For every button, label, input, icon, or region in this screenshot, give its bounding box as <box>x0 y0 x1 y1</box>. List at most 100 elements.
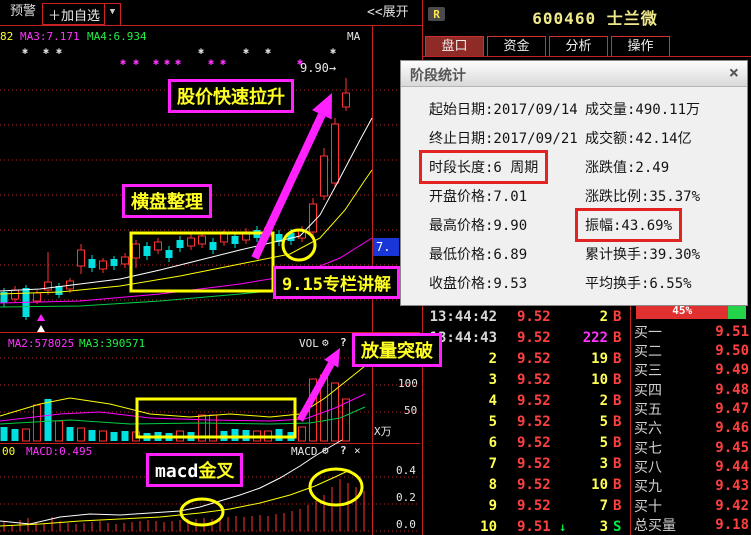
trade-cell: B <box>613 414 629 430</box>
trade-cell: 10 <box>423 519 497 535</box>
buy-level-label: 买六 <box>634 418 692 438</box>
trade-cell: 8 <box>423 477 497 493</box>
trade-cell: 3 <box>573 519 608 535</box>
trade-cell: 9.52 <box>517 414 559 430</box>
stat-left-value: 开盘价格:7.01 <box>429 186 527 206</box>
buy-level-label: 买十 <box>634 496 692 516</box>
trade-cell: 2 <box>573 393 608 409</box>
trade-cell: B <box>613 351 629 367</box>
trade-cell: B <box>613 330 629 346</box>
buy-level-row: 买八9.44 <box>634 457 749 476</box>
annotation-macd-suffix: 金叉 <box>198 461 234 482</box>
buy-level-row: 买七9.45 <box>634 438 749 457</box>
trade-cell: 3 <box>423 372 497 388</box>
ratio-label: 45% <box>672 306 692 317</box>
trade-cell: S <box>613 519 629 535</box>
highlight-box: 振幅:43.69% <box>575 208 682 242</box>
stat-right-value: 成交量:490.11万 <box>585 99 700 119</box>
buy-sell-ratio-bar: 45% <box>636 306 746 319</box>
buy-level-label: 买七 <box>634 438 692 458</box>
buy-level-label: 买九 <box>634 476 692 496</box>
buy-level-price: 9.48 <box>692 382 749 398</box>
stats-panel-titlebar[interactable]: 阶段统计 × <box>401 61 747 87</box>
trade-cell: 9.52 <box>517 498 559 514</box>
stat-left-value: 起始日期:2017/09/14 <box>429 99 578 119</box>
trade-cell: B <box>613 309 629 325</box>
stat-left-value: 最低价格:6.89 <box>429 244 527 264</box>
annotation-column: 9.15专栏讲解 <box>273 266 400 299</box>
trade-row: 69.525B <box>423 432 629 453</box>
buy-level-price: 9.44 <box>692 459 749 475</box>
buy-level-label: 买五 <box>634 399 692 419</box>
buy-level-row: 买九9.43 <box>634 477 749 496</box>
stat-right-value: 涨跌比例:35.37% <box>585 186 700 206</box>
trade-row: 49.522B <box>423 390 629 411</box>
highlight-box: 时段长度:6 周期 <box>419 150 548 184</box>
trade-row: 99.527B <box>423 495 629 516</box>
stat-left-value: 最高价格:9.90 <box>429 215 527 235</box>
trade-row: 10 9.51↓3S <box>423 516 629 535</box>
buy-level-row: 买十9.42 <box>634 496 749 515</box>
stat-right-value: 累计换手:39.30% <box>585 244 700 264</box>
buy-level-row: 买六9.46 <box>634 419 749 438</box>
trade-cell: 6 <box>423 435 497 451</box>
trade-cell: 9.52 <box>517 477 559 493</box>
trade-cell: 9.51 <box>517 519 559 535</box>
annotation-macd-prefix: macd <box>155 461 198 482</box>
buy-level-price: 9.51 <box>692 324 749 340</box>
trade-cell: 10 <box>573 477 608 493</box>
trade-cell: 7 <box>573 498 608 514</box>
trade-row: 13:44:439.52222B <box>423 327 629 348</box>
trade-cell: 5 <box>573 414 608 430</box>
trade-cell: B <box>613 477 629 493</box>
trade-cell: 13:44:42 <box>423 309 497 325</box>
stats-panel-title: 阶段统计 <box>410 65 466 85</box>
trade-row: 39.5210B <box>423 369 629 390</box>
trade-cell: 19 <box>573 351 608 367</box>
stat-row: 收盘价格:9.53平均换手:6.55% <box>401 273 747 302</box>
stat-right-value: 振幅:43.69% <box>585 215 672 235</box>
buy-level-label: 买一 <box>634 322 692 342</box>
trade-cell: 4 <box>423 393 497 409</box>
trade-cell: 2 <box>573 309 608 325</box>
trade-cell: 7 <box>423 456 497 472</box>
trade-cell: 9.52 <box>517 372 559 388</box>
stat-left-value: 终止日期:2017/09/21 <box>429 128 578 148</box>
buy-level-row: 买五9.47 <box>634 399 749 418</box>
annotation-rally: 股价快速拉升 <box>168 79 294 113</box>
trade-cell: 9.52 <box>517 393 559 409</box>
price-down-icon: ↓ <box>559 520 573 534</box>
trade-cell: B <box>613 498 629 514</box>
stat-right-value: 成交额:42.14亿 <box>585 128 692 148</box>
trade-cell: 9.52 <box>517 309 559 325</box>
ratio-bar-buy-segment: 45% <box>636 306 728 319</box>
buy-level-row: 买一9.51 <box>634 322 749 341</box>
buy-level-price: 9.50 <box>692 343 749 359</box>
stat-right-value: 平均换手:6.55% <box>585 273 692 293</box>
trade-cell: B <box>613 372 629 388</box>
ratio-bar-sell-segment <box>728 306 746 319</box>
buy-order-queue[interactable]: 买一9.51买二9.50买三9.49买四9.48买五9.47买六9.46买七9.… <box>634 322 749 535</box>
buy-level-price: 9.46 <box>692 420 749 436</box>
buy-level-price: 9.49 <box>692 362 749 378</box>
trade-row: 29.5219B <box>423 348 629 369</box>
close-icon[interactable]: × <box>729 63 739 83</box>
trade-row: 59.525B <box>423 411 629 432</box>
buy-level-price: 9.45 <box>692 440 749 456</box>
trade-row: 8 9.52 10 B <box>423 474 629 495</box>
stat-right-value: 涨跌值:2.49 <box>585 157 669 177</box>
trade-cell: 9.52 <box>517 351 559 367</box>
trade-row: 13:44:42 9.52 2B <box>423 306 629 327</box>
trade-cell: B <box>613 435 629 451</box>
buy-level-price: 9.18 <box>692 517 749 533</box>
trade-row: 79.523B <box>423 453 629 474</box>
trade-cell: B <box>613 456 629 472</box>
stat-row: 时段长度:6 周期涨跌值:2.49 <box>401 157 747 186</box>
stat-row: 最高价格:9.90 振幅:43.69% <box>401 215 747 244</box>
trade-cell: 3 <box>573 456 608 472</box>
buy-level-label: 买四 <box>634 380 692 400</box>
annotation-breakout: 放量突破 <box>352 333 442 367</box>
buy-level-price: 9.43 <box>692 478 749 494</box>
buy-level-label: 买三 <box>634 360 692 380</box>
tick-trade-list[interactable]: 13:44:429.522B13:44:439.52222B29.5219B39… <box>423 306 629 535</box>
